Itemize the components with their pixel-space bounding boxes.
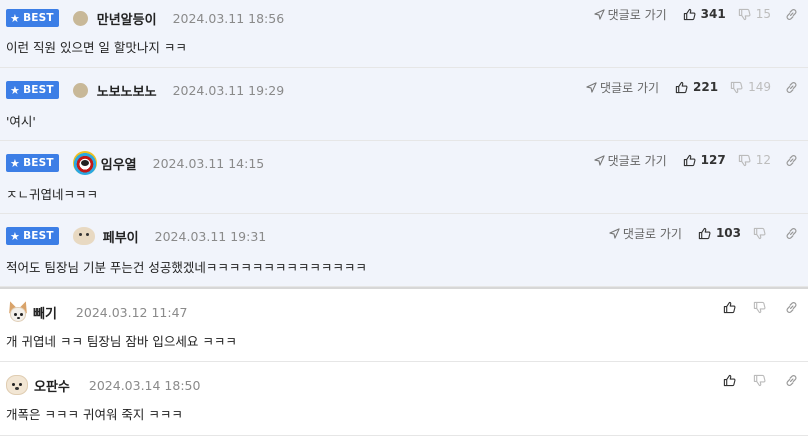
dislike-button[interactable]: 15: [738, 7, 771, 21]
comment-item: ★ BEST 페부이 2024.03.11 19:31 적어도 팀장님 기분 푸는…: [0, 214, 808, 287]
comment-date: 2024.03.11 14:15: [152, 155, 265, 171]
link-icon: [786, 81, 797, 93]
link-button[interactable]: [785, 81, 798, 94]
thumbs-down-icon: [753, 227, 766, 239]
comment-actions: [723, 369, 798, 391]
thumbs-down-icon: [738, 8, 751, 20]
like-button[interactable]: 127: [683, 153, 726, 167]
comment-nickname[interactable]: 임우열: [101, 154, 137, 173]
dislike-button[interactable]: [753, 301, 771, 314]
thumbs-up-icon: [723, 374, 736, 386]
thumbs-down-icon: [730, 81, 743, 93]
best-badge: ★ BEST: [6, 154, 59, 172]
link-button[interactable]: [785, 374, 798, 387]
link-button[interactable]: [785, 8, 798, 21]
comment-actions: 댓글로 가기 127 12: [594, 149, 798, 171]
star-icon: ★: [10, 156, 21, 170]
thumbs-down-icon: [753, 301, 766, 313]
comment-header: 빼기 2024.03.12 11:47: [5, 294, 188, 330]
comment-header: 오판수 2024.03.14 18:50: [6, 367, 200, 403]
star-icon: ★: [10, 83, 21, 97]
comment-actions: [723, 296, 798, 318]
link-button[interactable]: [785, 301, 798, 314]
comment-date: 2024.03.11 19:29: [172, 82, 285, 98]
comment-text: '여시': [6, 114, 36, 129]
go-to-reply-link[interactable]: 댓글로 가기: [609, 225, 682, 242]
comment-nickname[interactable]: 만년알등이: [97, 9, 157, 28]
dislike-button[interactable]: [753, 227, 771, 240]
link-icon: [786, 8, 797, 20]
like-button[interactable]: [723, 301, 741, 314]
link-button[interactable]: [785, 227, 798, 240]
link-icon: [786, 154, 797, 166]
comment-nickname[interactable]: 노보노보노: [97, 81, 157, 100]
link-button[interactable]: [785, 154, 798, 167]
comment-header: ★ BEST 노보노보노 2024.03.11 19:29: [6, 72, 284, 108]
comment-item: 오판수 2024.03.14 18:50 개폭은 ㅋㅋㅋ 귀여워 죽지 ㅋㅋㅋ: [0, 362, 808, 436]
star-icon: ★: [10, 229, 21, 243]
go-to-reply-link[interactable]: 댓글로 가기: [586, 79, 659, 96]
puppy-avatar-icon[interactable]: [6, 375, 28, 395]
puppy-avatar-icon[interactable]: [72, 227, 95, 245]
comment-header: ★ BEST 페부이 2024.03.11 19:31: [6, 218, 266, 254]
comment-text: 적어도 팀장님 기분 푸는건 성공했겠네ㅋㅋㅋㅋㅋㅋㅋㅋㅋㅋㅋㅋㅋㅋ: [6, 260, 367, 275]
avatar[interactable]: [72, 10, 88, 26]
comment-actions: 댓글로 가기 103: [609, 222, 798, 244]
like-button[interactable]: [723, 374, 741, 387]
like-button[interactable]: 103: [698, 226, 741, 240]
comment-text: ㅈㄴ귀엽네ㅋㅋㅋ: [6, 187, 99, 202]
thumbs-up-icon: [683, 8, 696, 20]
go-to-reply-link[interactable]: 댓글로 가기: [594, 152, 667, 169]
comment-nickname[interactable]: 오판수: [34, 376, 70, 395]
thumbs-up-icon: [675, 81, 688, 93]
thumbs-down-icon: [738, 154, 751, 166]
best-badge: ★ BEST: [6, 9, 59, 27]
comment-actions: 댓글로 가기 221 149: [586, 76, 798, 98]
like-button[interactable]: 221: [675, 80, 718, 94]
thumbs-up-icon: [698, 227, 711, 239]
comment-date: 2024.03.11 19:31: [154, 228, 267, 244]
dislike-button[interactable]: 149: [730, 80, 771, 94]
lion-avatar-icon[interactable]: [72, 151, 97, 175]
comment-date: 2024.03.12 11:47: [75, 304, 188, 320]
comment-item: 빼기 2024.03.12 11:47 개 귀엽네 ㅋㅋ 팀장님 잠바 입으세요…: [0, 289, 808, 362]
link-icon: [786, 301, 797, 313]
arrow-icon: [594, 154, 605, 166]
like-button[interactable]: 341: [683, 7, 726, 21]
comment-date: 2024.03.14 18:50: [88, 377, 201, 393]
comment-nickname[interactable]: 페부이: [103, 227, 139, 246]
comment-text: 이런 직원 있으면 일 할맛나지 ㅋㅋ: [6, 40, 187, 55]
comment-date: 2024.03.11 18:56: [172, 10, 285, 26]
link-icon: [786, 374, 797, 386]
comment-item: ★ BEST 임우열 2024.03.11 14:15 ㅈㄴ귀엽네ㅋㅋㅋ 댓글로 …: [0, 141, 808, 214]
arrow-icon: [594, 8, 605, 20]
comment-item: ★ BEST 노보노보노 2024.03.11 19:29 '여시' 댓글로 가기…: [0, 68, 808, 141]
link-icon: [786, 227, 797, 239]
thumbs-down-icon: [753, 374, 766, 386]
arrow-icon: [609, 227, 620, 239]
best-badge: ★ BEST: [6, 227, 59, 245]
comment-nickname[interactable]: 빼기: [33, 303, 57, 322]
comment-actions: 댓글로 가기 341 15: [594, 3, 798, 25]
comment-header: ★ BEST 임우열 2024.03.11 14:15: [6, 145, 264, 181]
avatar[interactable]: [72, 82, 88, 98]
thumbs-up-icon: [683, 154, 696, 166]
comment-text: 개폭은 ㅋㅋㅋ 귀여워 죽지 ㅋㅋㅋ: [6, 407, 183, 422]
thumbs-up-icon: [723, 301, 736, 313]
star-icon: ★: [10, 11, 21, 25]
dislike-button[interactable]: 12: [738, 153, 771, 167]
comment-header: ★ BEST 만년알등이 2024.03.11 18:56: [6, 0, 284, 36]
arrow-icon: [586, 81, 597, 93]
comment-item: ★ BEST 만년알등이 2024.03.11 18:56 이런 직원 있으면 일…: [0, 0, 808, 68]
best-badge: ★ BEST: [6, 81, 59, 99]
comment-text: 개 귀엽네 ㅋㅋ 팀장님 잠바 입으세요 ㅋㅋㅋ: [6, 334, 237, 349]
go-to-reply-link[interactable]: 댓글로 가기: [594, 6, 667, 23]
dislike-button[interactable]: [753, 374, 771, 387]
chihuahua-avatar-icon[interactable]: [5, 299, 31, 324]
